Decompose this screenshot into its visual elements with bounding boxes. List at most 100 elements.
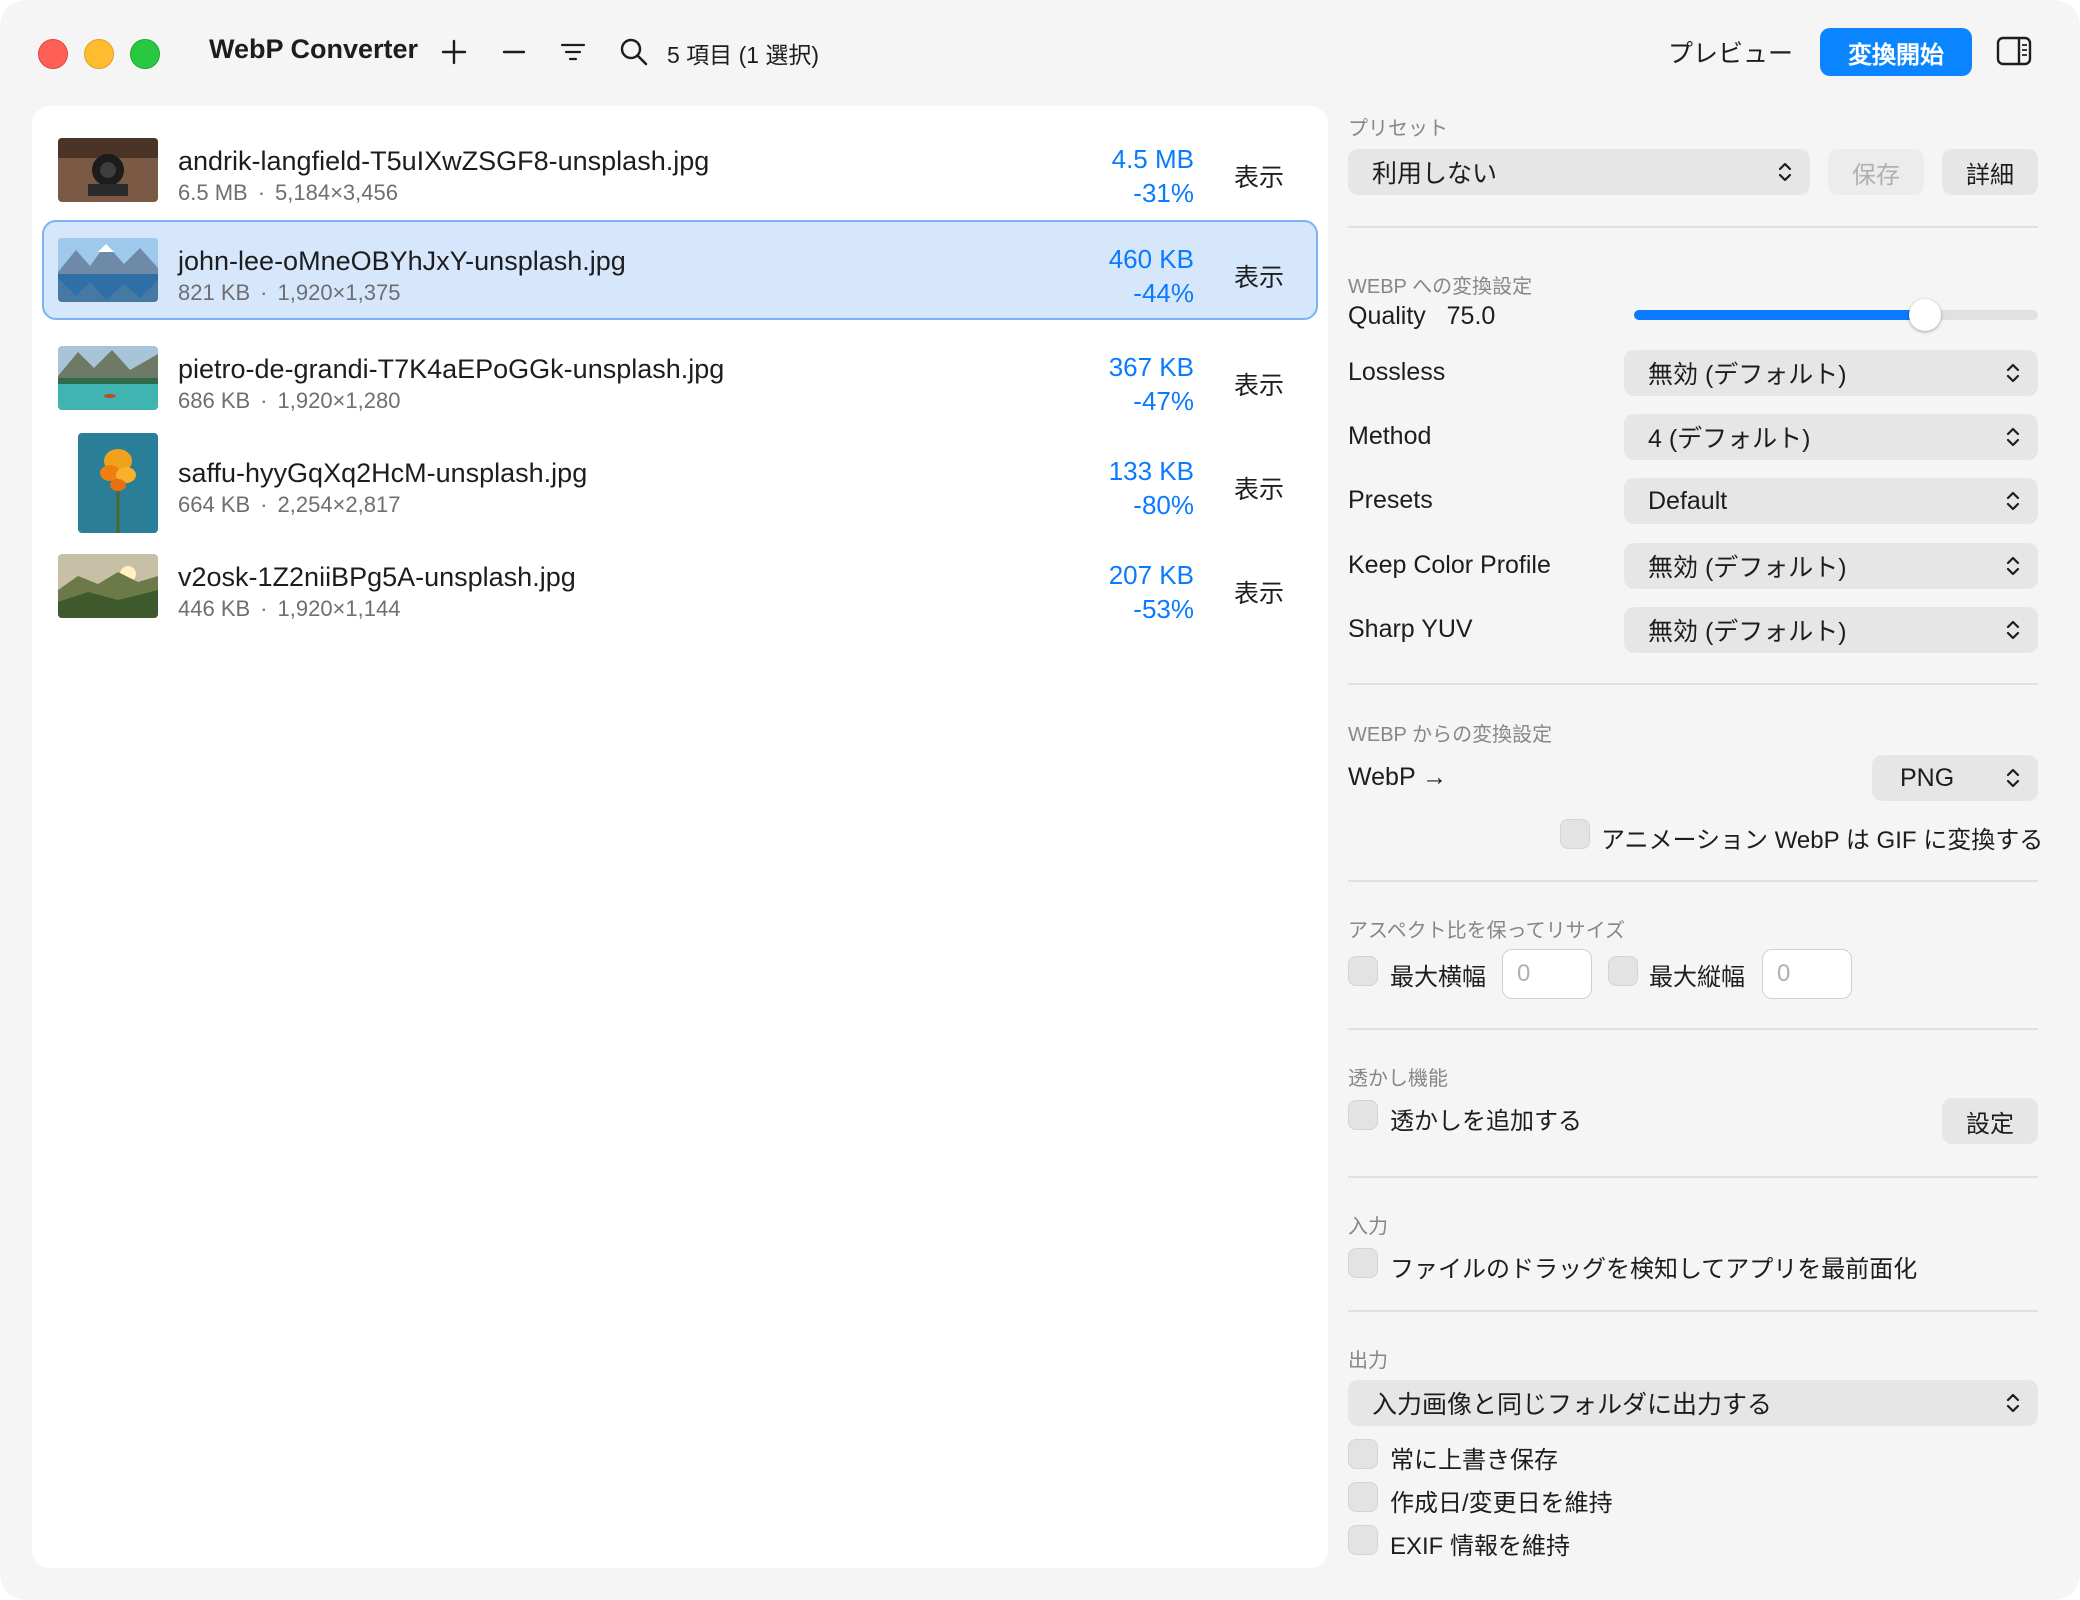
max-width-field[interactable]: 0 (1502, 949, 1592, 999)
save-preset-button[interactable]: 保存 (1828, 149, 1924, 195)
dimensions: 1,920×1,375 (277, 280, 401, 305)
file-name: andrik-langfield-T5uIXwZSGF8-unsplash.jp… (178, 146, 710, 176)
show-button[interactable]: 表示 (1234, 366, 1284, 402)
converted-size: 133 KB (1108, 456, 1194, 486)
dimensions: 5,184×3,456 (275, 180, 398, 205)
presets-select[interactable]: Default (1624, 478, 2038, 524)
size-reduction: -44% (1133, 278, 1194, 308)
lossless-label: Lossless (1348, 358, 1446, 386)
selection-status: 5 項目 (1 選択) (667, 42, 820, 68)
output-format-select[interactable]: PNG (1872, 755, 2038, 801)
preview-button[interactable]: プレビュー (1668, 34, 1793, 70)
keep-dates-checkbox[interactable] (1348, 1482, 1378, 1512)
keep-exif-label: EXIF 情報を維持 (1390, 1533, 1571, 1560)
thumbnail-image (58, 554, 158, 618)
color-profile-select[interactable]: 無効 (デフォルト) (1624, 543, 2038, 589)
chevron-updown-icon (2006, 620, 2020, 640)
output-destination-select[interactable]: 入力画像と同じフォルダに出力する (1348, 1380, 2038, 1426)
original-size: 686 KB (178, 388, 251, 413)
divider (1348, 880, 2038, 882)
sharp-yuv-select[interactable]: 無効 (デフォルト) (1624, 607, 2038, 653)
file-row[interactable]: saffu-hyyGqXq2HcM-unsplash.jpg 664 KB · 2,… (42, 430, 1318, 533)
divider (1348, 1176, 2038, 1178)
keep-exif-checkbox[interactable] (1348, 1525, 1378, 1555)
output-format-value: PNG (1900, 763, 1955, 792)
output-section-label: 出力 (1348, 1350, 1388, 1372)
converted-size: 460 KB (1108, 244, 1194, 274)
method-select[interactable]: 4 (デフォルト) (1624, 414, 2038, 460)
chevron-updown-icon (2006, 1393, 2020, 1413)
chevron-updown-icon (1778, 162, 1792, 182)
size-reduction: -47% (1133, 386, 1194, 416)
lossless-select[interactable]: 無効 (デフォルト) (1624, 350, 2038, 396)
method-label: Method (1348, 422, 1432, 450)
sidebar-icon[interactable] (1996, 36, 2032, 66)
converted-size: 207 KB (1108, 560, 1194, 590)
original-size: 6.5 MB (178, 180, 248, 205)
gif-conversion-label: アニメーション WebP は GIF に変換する (1601, 827, 2044, 854)
chevron-updown-icon (2006, 427, 2020, 447)
from-webp-label: WebP → (1348, 763, 1448, 791)
add-watermark-checkbox[interactable] (1348, 1100, 1378, 1130)
max-width-checkbox[interactable] (1348, 956, 1378, 986)
converted-size: 367 KB (1108, 352, 1194, 382)
watermark-settings-button[interactable]: 設定 (1942, 1098, 2038, 1144)
minus-icon[interactable] (496, 34, 532, 70)
file-name: pietro-de-grandi-T7K4aEPoGGk-unsplash.jp… (178, 354, 725, 384)
sharp-yuv-value: 無効 (デフォルト) (1648, 618, 1847, 646)
input-section-label: 入力 (1348, 1216, 1388, 1238)
preset-value: 利用しない (1372, 160, 1498, 188)
original-size: 664 KB (178, 492, 251, 517)
minimize-window-button[interactable] (84, 39, 114, 69)
quality-slider[interactable] (1634, 299, 2038, 331)
overwrite-label: 常に上書き保存 (1390, 1447, 1558, 1474)
file-row-selected[interactable]: john-lee-oMneOBYhJxY-unsplash.jpg 821 KB… (42, 220, 1318, 320)
dimensions: 1,920×1,280 (277, 388, 401, 413)
quality-slider-fill (1634, 310, 1925, 320)
app-title: WebP Converter (209, 34, 419, 64)
file-list[interactable]: andrik-langfield-T5uIXwZSGF8-unsplash.jp… (32, 106, 1328, 1568)
chevron-updown-icon (2006, 556, 2020, 576)
file-row[interactable]: andrik-langfield-T5uIXwZSGF8-unsplash.jp… (42, 118, 1318, 218)
chevron-updown-icon (2006, 491, 2020, 511)
preset-section-label: プリセット (1348, 118, 1448, 140)
quality-slider-knob[interactable] (1908, 299, 1941, 331)
show-button[interactable]: 表示 (1234, 470, 1284, 506)
show-button[interactable]: 表示 (1234, 574, 1284, 610)
plus-icon[interactable] (436, 34, 472, 70)
divider (1348, 1310, 2038, 1312)
thumbnail-image (58, 138, 158, 202)
overwrite-checkbox[interactable] (1348, 1439, 1378, 1469)
max-height-field[interactable]: 0 (1762, 949, 1852, 999)
close-window-button[interactable] (38, 39, 68, 69)
filter-icon[interactable] (555, 34, 591, 70)
app-window: WebP Converter 5 項目 (1 選択) プレビュー 変換開始 an… (0, 0, 2080, 1600)
method-value: 4 (デフォルト) (1648, 425, 1811, 453)
dimensions: 1,920×1,144 (277, 596, 401, 621)
show-button[interactable]: 表示 (1234, 158, 1284, 194)
output-destination-value: 入力画像と同じフォルダに出力する (1372, 1391, 1773, 1419)
original-size: 821 KB (178, 280, 251, 305)
file-name: v2osk-1Z2niiBPg5A-unsplash.jpg (178, 562, 576, 592)
show-button[interactable]: 表示 (1234, 258, 1284, 294)
thumbnail-image (58, 238, 158, 302)
preset-select[interactable]: 利用しない (1348, 149, 1810, 195)
bring-to-front-checkbox[interactable] (1348, 1248, 1378, 1278)
start-conversion-button[interactable]: 変換開始 (1820, 28, 1972, 76)
max-height-checkbox[interactable] (1608, 956, 1638, 986)
max-width-label: 最大横幅 (1390, 964, 1486, 991)
file-row[interactable]: v2osk-1Z2niiBPg5A-unsplash.jpg 446 KB · 1,… (42, 534, 1318, 634)
color-profile-value: 無効 (デフォルト) (1648, 554, 1847, 582)
file-name: saffu-hyyGqXq2HcM-unsplash.jpg (178, 458, 588, 488)
watermark-section-label: 透かし機能 (1348, 1068, 1448, 1090)
chevron-updown-icon (2006, 363, 2020, 383)
dimensions: 2,254×2,817 (277, 492, 401, 517)
size-reduction: -80% (1133, 490, 1194, 520)
file-row[interactable]: pietro-de-grandi-T7K4aEPoGGk-unsplash.jp… (42, 326, 1318, 426)
preset-details-button[interactable]: 詳細 (1942, 149, 2038, 195)
add-watermark-label: 透かしを追加する (1390, 1108, 1582, 1135)
zoom-window-button[interactable] (130, 39, 160, 69)
gif-conversion-checkbox[interactable] (1560, 819, 1590, 849)
thumbnail-image (58, 346, 158, 410)
search-icon[interactable] (616, 34, 652, 70)
